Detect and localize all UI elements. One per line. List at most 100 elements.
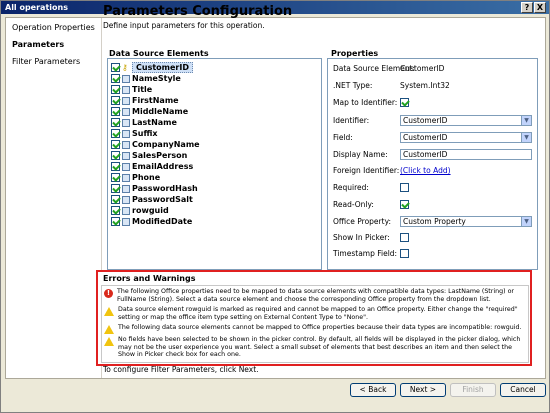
sidebar-item-filter-parameters[interactable]: Filter Parameters [12,57,80,66]
chevron-down-icon[interactable]: ▼ [521,116,531,125]
timestamp-field-label: Timestamp Field: [333,249,398,258]
checkbox-icon[interactable] [111,63,120,72]
checkbox-icon[interactable] [111,162,120,171]
close-button[interactable]: X [534,2,546,13]
tree-item-lastname[interactable]: LastName [111,117,177,128]
warning-item: Data source element rowguid is marked as… [104,306,528,321]
back-button[interactable]: < Back [350,383,396,397]
errors-list[interactable]: ! The following Office properties need t… [101,285,529,363]
tree-item-modifieddate[interactable]: ModifiedDate [111,216,192,227]
wizard-window: All operations ? X Operation Properties … [0,0,550,413]
warning-icon [104,307,114,316]
next-button[interactable]: Next > [400,383,446,397]
page-title: Parameters Configuration [103,4,293,19]
checkbox-icon[interactable] [400,98,409,107]
tree-item-label: ModifiedDate [132,217,193,226]
checkbox-icon[interactable] [400,249,409,258]
identifier-dropdown[interactable]: CustomerID ▼ [400,115,532,126]
checkbox-icon[interactable] [400,200,409,209]
field-icon [122,206,130,215]
warning-text: Data source element rowguid is marked as… [118,306,518,321]
checkbox-icon[interactable] [111,173,120,182]
map-to-identifier-checkbox[interactable] [400,98,411,107]
net-type-value: System.Int32 [400,81,450,90]
field-icon [122,184,130,193]
finish-button[interactable]: Finish [450,383,496,397]
warning-text: No fields have been selected to be shown… [118,336,521,359]
sidebar-item-operation-properties[interactable]: Operation Properties [12,23,95,32]
help-button[interactable]: ? [521,2,533,13]
required-label: Required: [333,183,369,192]
field-icon [122,151,130,160]
field-icon [122,162,130,171]
checkbox-icon[interactable] [111,140,120,149]
read-only-checkbox[interactable] [400,200,411,209]
identifier-label: Identifier: [333,116,370,125]
data-source-label: Data Source Elements [109,49,209,58]
checkbox-icon[interactable] [111,129,120,138]
checkbox-icon[interactable] [111,184,120,193]
checkbox-icon[interactable] [111,85,120,94]
field-icon [122,129,130,138]
field-icon [122,140,130,149]
checkbox-icon[interactable] [400,183,409,192]
errors-and-warnings-panel: Errors and Warnings ! The following Offi… [96,270,532,366]
tree-item-middlename[interactable]: MiddleName [111,106,188,117]
tree-item-label: CustomerID [132,62,193,73]
tree-item-label: CompanyName [132,140,200,149]
show-in-picker-checkbox[interactable] [400,233,411,242]
tree-item-passwordsalt[interactable]: PasswordSalt [111,194,193,205]
display-name-input[interactable]: CustomerID [400,149,532,160]
checkbox-icon[interactable] [400,233,409,242]
chevron-down-icon[interactable]: ▼ [521,217,531,226]
checkbox-icon[interactable] [111,74,120,83]
checkbox-icon[interactable] [111,206,120,215]
checkbox-icon[interactable] [111,195,120,204]
timestamp-field-checkbox[interactable] [400,249,411,258]
office-property-dropdown[interactable]: Custom Property ▼ [400,216,532,227]
tree-item-label: SalesPerson [132,151,188,160]
page-description: Define input parameters for this operati… [103,21,265,30]
data-source-tree[interactable]: ⚷ CustomerID NameStyle Title FirstName M… [107,58,322,270]
tree-item-emailaddress[interactable]: EmailAddress [111,161,193,172]
field-icon [122,85,130,94]
window-title: All operations [5,3,68,12]
tree-item-phone[interactable]: Phone [111,172,160,183]
map-to-identifier-label: Map to Identifier: [333,98,398,107]
field-icon [122,96,130,105]
tree-item-customerid[interactable]: ⚷ CustomerID [111,62,193,73]
net-type-label: .NET Type: [333,81,373,90]
tree-item-label: PasswordHash [132,184,198,193]
key-icon: ⚷ [122,62,128,72]
tree-item-passwordhash[interactable]: PasswordHash [111,183,198,194]
field-dropdown[interactable]: CustomerID ▼ [400,132,532,143]
warning-icon [104,325,114,334]
foreign-identifier-label: Foreign Identifier: [333,166,400,175]
checkbox-icon[interactable] [111,96,120,105]
error-text: The following Office properties need to … [117,288,515,303]
checkbox-icon[interactable] [111,107,120,116]
foreign-identifier-add-link[interactable]: (Click to Add) [400,166,451,175]
field-dropdown-value: CustomerID [403,133,448,142]
tree-item-label: Title [132,85,153,94]
tree-item-label: Suffix [132,129,158,138]
required-checkbox[interactable] [400,183,411,192]
checkbox-icon[interactable] [111,217,120,226]
cancel-button[interactable]: Cancel [500,383,546,397]
tree-item-namestyle[interactable]: NameStyle [111,73,181,84]
warning-item: The following data source elements canno… [104,324,528,334]
show-in-picker-label: Show In Picker: [333,233,390,242]
tree-item-label: rowguid [132,206,169,215]
tree-item-suffix[interactable]: Suffix [111,128,158,139]
chevron-down-icon[interactable]: ▼ [521,133,531,142]
checkbox-icon[interactable] [111,151,120,160]
tree-item-label: NameStyle [132,74,181,83]
tree-item-companyname[interactable]: CompanyName [111,139,200,150]
tree-item-title[interactable]: Title [111,84,152,95]
sidebar-item-parameters[interactable]: Parameters [12,40,64,49]
tree-item-firstname[interactable]: FirstName [111,95,179,106]
tree-item-salesperson[interactable]: SalesPerson [111,150,187,161]
field-icon [122,118,130,127]
tree-item-rowguid[interactable]: rowguid [111,205,169,216]
checkbox-icon[interactable] [111,118,120,127]
